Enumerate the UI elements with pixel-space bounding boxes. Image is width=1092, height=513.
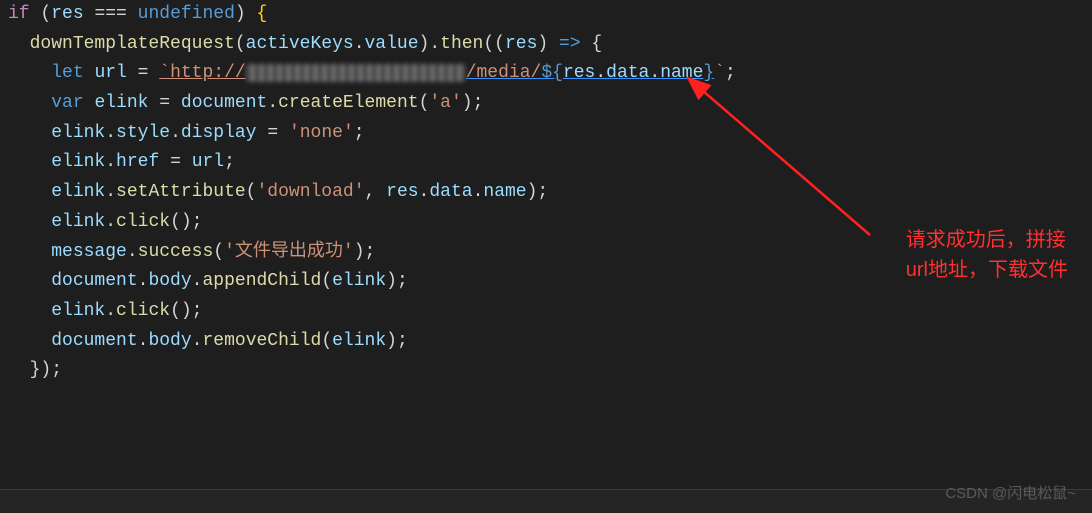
annotation-line-1: 请求成功后，拼接 bbox=[906, 225, 1068, 255]
code-line-5: elink.style.display = 'none'; bbox=[8, 119, 1092, 149]
keyword-if: if bbox=[8, 4, 30, 24]
code-line-6: elink.href = url; bbox=[8, 148, 1092, 178]
code-line-7: elink.setAttribute('download', res.data.… bbox=[8, 178, 1092, 208]
code-line-12: document.body.removeChild(elink); bbox=[8, 327, 1092, 357]
brace-open: { bbox=[257, 4, 268, 24]
annotation-text: 请求成功后，拼接 url地址，下载文件 bbox=[906, 225, 1068, 285]
code-line-2: downTemplateRequest(activeKeys.value).th… bbox=[8, 30, 1092, 60]
func-downTemplateRequest: downTemplateRequest bbox=[30, 34, 235, 54]
code-line-1: if (res === undefined) { bbox=[8, 0, 1092, 30]
code-line-13: }); bbox=[8, 356, 1092, 386]
code-line-11: elink.click(); bbox=[8, 297, 1092, 327]
annotation-line-2: url地址，下载文件 bbox=[906, 255, 1068, 285]
status-bar bbox=[0, 489, 1092, 513]
obscured-url bbox=[246, 64, 466, 82]
watermark-text: CSDN @闪电松鼠~ bbox=[945, 482, 1076, 507]
code-line-4: var elink = document.createElement('a'); bbox=[8, 89, 1092, 119]
code-line-3: let url = `http:///media/${res.data.name… bbox=[8, 59, 1092, 89]
code-editor[interactable]: if (res === undefined) { downTemplateReq… bbox=[8, 0, 1092, 386]
